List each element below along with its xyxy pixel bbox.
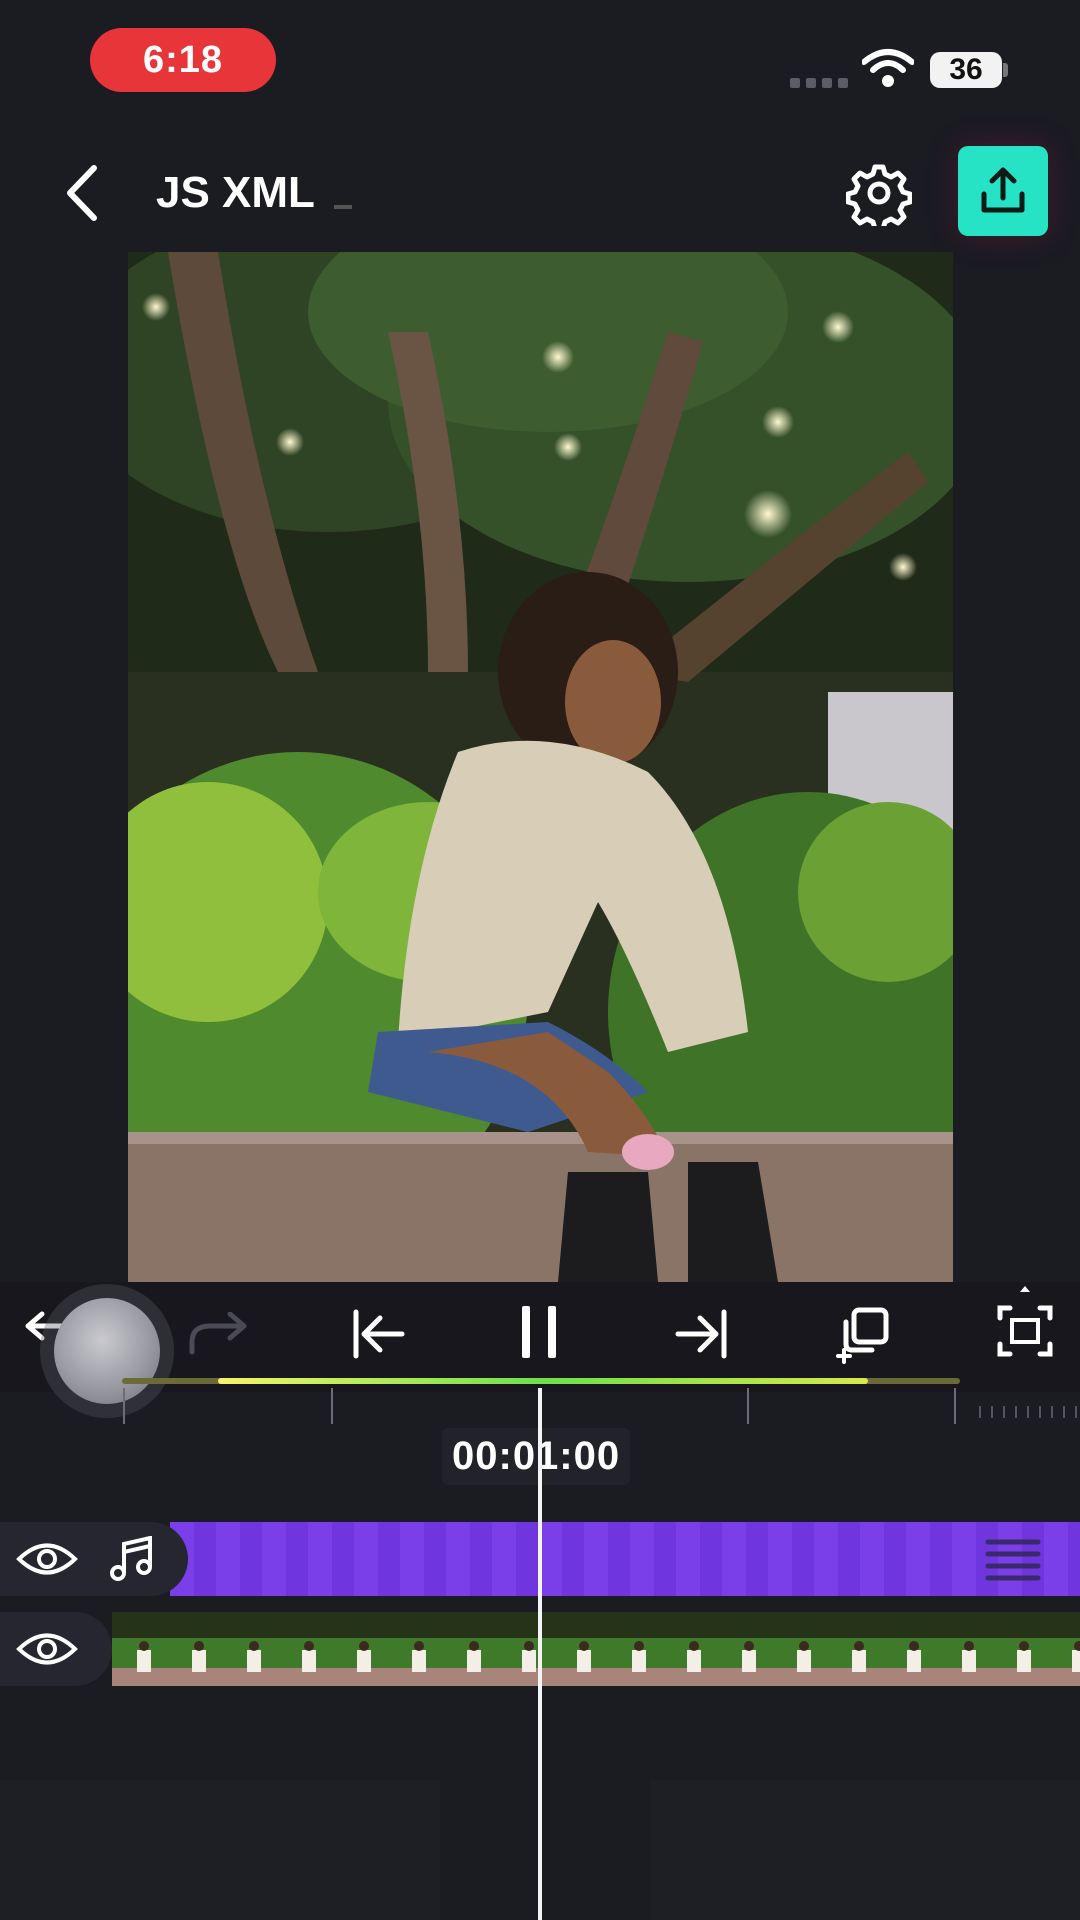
duplicate-icon[interactable] [832,1304,894,1366]
skip-to-end-icon[interactable] [672,1308,730,1360]
chevron-left-icon[interactable] [58,160,108,226]
thumbnail-strip [112,1612,1080,1686]
drag-handle-icon[interactable] [984,1534,1042,1584]
video-thumbnail [332,1612,387,1686]
video-thumbnail [112,1612,167,1686]
redo-icon[interactable] [188,1312,248,1356]
video-thumbnail [277,1612,332,1686]
gear-icon[interactable] [846,160,912,226]
video-thumbnail [717,1612,772,1686]
audio-track-clip[interactable] [170,1522,1080,1596]
export-button[interactable] [958,146,1048,236]
video-preview[interactable] [128,252,953,1282]
share-upload-icon [981,167,1025,213]
battery-icon: 36 [930,52,1002,88]
audio-track-header [0,1522,188,1596]
video-thumbnail [442,1612,497,1686]
project-title[interactable]: JS XML [156,168,315,218]
video-thumbnail [497,1612,552,1686]
video-track-clip[interactable] [112,1612,1080,1686]
wifi-icon [862,49,914,87]
video-thumbnail [387,1612,442,1686]
battery-level: 36 [949,53,983,86]
video-thumbnail [937,1612,992,1686]
video-thumbnail [222,1612,277,1686]
photo-preview [128,252,953,1282]
video-thumbnail [992,1612,1047,1686]
footer-panel-left [0,1780,440,1920]
pause-icon[interactable] [518,1302,562,1362]
eye-icon[interactable] [16,1628,78,1670]
fullscreen-icon[interactable] [996,1284,1054,1364]
music-note-icon [110,1536,152,1581]
video-thumbnail [552,1612,607,1686]
video-thumbnail [772,1612,827,1686]
footer-panel-right [650,1780,1080,1920]
video-track-header [0,1612,112,1686]
title-cursor [334,205,352,209]
signal-dots [790,78,848,88]
video-thumbnail [167,1612,222,1686]
video-thumbnail [662,1612,717,1686]
battery-nub [1003,63,1008,77]
status-time-text: 6:18 [142,38,224,81]
video-thumbnail [607,1612,662,1686]
video-thumbnail [1047,1612,1080,1686]
eye-icon[interactable] [16,1538,78,1580]
playhead[interactable] [538,1388,542,1920]
status-time: 6:18 [90,28,276,92]
skip-to-start-icon[interactable] [350,1308,408,1360]
video-thumbnail [882,1612,937,1686]
video-thumbnail [827,1612,882,1686]
timecode-display: 00:01:00 [442,1428,631,1485]
